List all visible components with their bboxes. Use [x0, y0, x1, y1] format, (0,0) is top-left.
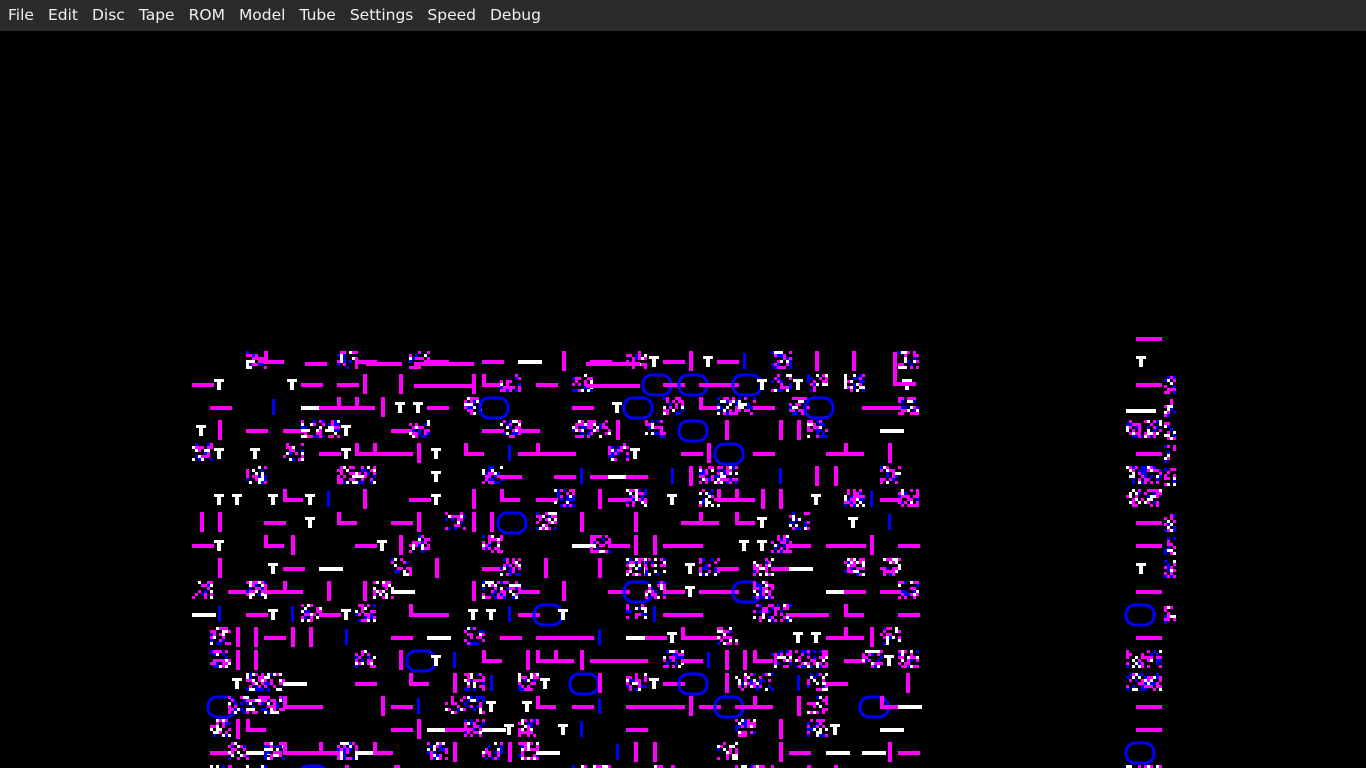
menu-rom[interactable]: ROM: [182, 0, 232, 31]
menu-edit[interactable]: Edit: [41, 0, 85, 31]
menu-speed[interactable]: Speed: [420, 0, 483, 31]
menu-debug[interactable]: Debug: [483, 0, 548, 31]
emulator-display-graphics: [192, 337, 1176, 768]
menu-bar: File Edit Disc Tape ROM Model Tube Setti…: [0, 0, 1366, 31]
menu-file[interactable]: File: [1, 0, 41, 31]
menu-tube[interactable]: Tube: [292, 0, 342, 31]
menu-disc[interactable]: Disc: [85, 0, 132, 31]
menu-tape[interactable]: Tape: [132, 0, 182, 31]
emulator-screen[interactable]: [0, 31, 1366, 768]
menu-settings[interactable]: Settings: [343, 0, 421, 31]
menu-model[interactable]: Model: [232, 0, 293, 31]
